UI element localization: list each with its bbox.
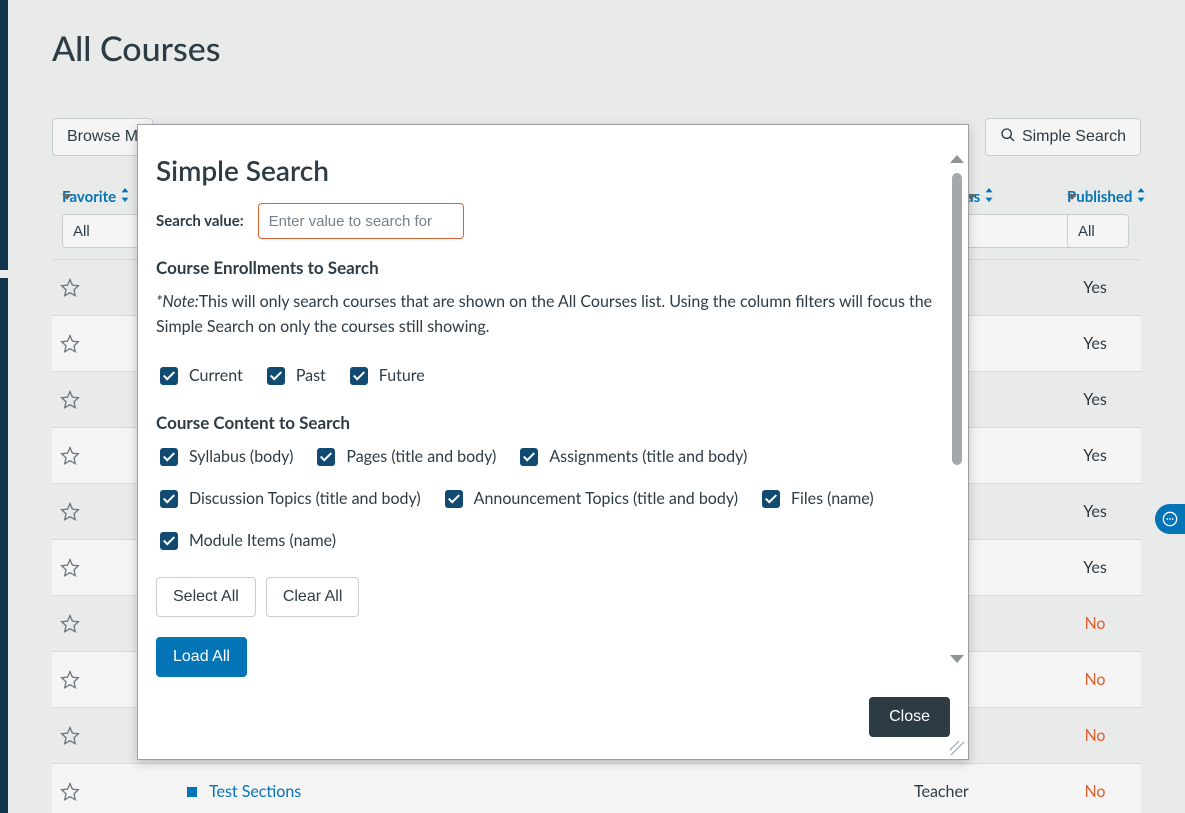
checkbox-past-label: Past — [296, 366, 326, 385]
clear-all-button[interactable]: Clear All — [266, 577, 360, 617]
checkbox-syllabus[interactable]: Syllabus (body) — [156, 445, 293, 469]
checkbox-announcements[interactable]: Announcement Topics (title and body) — [441, 487, 738, 511]
checkbox-past[interactable]: Past — [263, 364, 326, 388]
checkbox-discussions[interactable]: Discussion Topics (title and body) — [156, 487, 421, 511]
checkbox-files-label: Files (name) — [791, 489, 874, 508]
select-all-button[interactable]: Select All — [156, 577, 256, 617]
modal-title: Simple Search — [156, 153, 938, 187]
favorite-filter-select[interactable]: All — [62, 214, 148, 248]
favorite-star-icon[interactable] — [60, 726, 80, 746]
favorite-star-icon[interactable] — [60, 670, 80, 690]
col-header-published[interactable]: Published All — [1067, 188, 1146, 206]
checkbox-assignments[interactable]: Assignments (title and body) — [516, 445, 747, 469]
bullet-icon — [187, 787, 197, 797]
published-filter-select[interactable]: All — [1067, 214, 1129, 248]
note-body: This will only search courses that are s… — [156, 292, 932, 336]
checkbox-modules-label: Module Items (name) — [189, 531, 336, 550]
scroll-down-arrow-icon[interactable] — [950, 655, 964, 663]
checkbox-current[interactable]: Current — [156, 364, 243, 388]
favorite-star-icon[interactable] — [60, 390, 80, 410]
note-prefix: *Note: — [156, 292, 199, 311]
load-all-row: Load All — [156, 637, 938, 677]
favorite-star-icon[interactable] — [60, 278, 80, 298]
resize-grip-icon[interactable] — [950, 741, 964, 755]
checkbox-pages-input[interactable] — [317, 448, 335, 466]
global-nav-rail — [0, 278, 8, 813]
published-value: No — [1064, 670, 1126, 689]
checkbox-future[interactable]: Future — [346, 364, 425, 388]
search-icon — [1000, 127, 1016, 148]
published-value: No — [1064, 614, 1126, 633]
col-header-enrolled-as[interactable]: as — [966, 188, 994, 206]
checkbox-past-input[interactable] — [267, 367, 285, 385]
favorite-star-icon[interactable] — [60, 334, 80, 354]
checkbox-future-input[interactable] — [350, 367, 368, 385]
favorite-star-icon[interactable] — [60, 782, 80, 802]
published-value: Yes — [1064, 334, 1126, 353]
favorite-star-icon[interactable] — [60, 614, 80, 634]
simple-search-modal: Simple Search Search value: Course Enrol… — [137, 124, 969, 760]
page-title: All Courses — [52, 28, 221, 69]
checkbox-pages-label: Pages (title and body) — [346, 447, 496, 466]
favorite-star-icon[interactable] — [60, 502, 80, 522]
checkbox-pages[interactable]: Pages (title and body) — [313, 445, 496, 469]
col-header-favorite-label: Favorite — [62, 188, 116, 206]
checkbox-current-input[interactable] — [160, 367, 178, 385]
scrollbar-thumb[interactable] — [952, 173, 962, 465]
modal-body: Simple Search Search value: Course Enrol… — [138, 125, 968, 689]
checkbox-files-input[interactable] — [762, 490, 780, 508]
col-header-published-label: Published — [1067, 188, 1132, 206]
section-enrollments-heading: Course Enrollments to Search — [156, 257, 938, 278]
scroll-up-arrow-icon[interactable] — [950, 155, 964, 163]
section-content-heading: Course Content to Search — [156, 412, 938, 433]
sort-icon — [1136, 188, 1146, 206]
chat-icon — [1162, 511, 1178, 527]
published-value: Yes — [1064, 446, 1126, 465]
checkbox-current-label: Current — [189, 366, 243, 385]
search-value-row: Search value: — [156, 203, 938, 239]
checkbox-discussions-input[interactable] — [160, 490, 178, 508]
checkbox-assignments-label: Assignments (title and body) — [549, 447, 747, 466]
simple-search-button[interactable]: Simple Search — [985, 118, 1141, 156]
help-fab[interactable] — [1155, 504, 1185, 534]
modal-footer: Close — [138, 689, 968, 759]
published-value: No — [1064, 782, 1126, 801]
global-nav-rail — [0, 0, 8, 270]
search-value-label: Search value: — [156, 212, 244, 230]
col-header-favorite[interactable]: Favorite All — [62, 188, 130, 206]
checkbox-syllabus-input[interactable] — [160, 448, 178, 466]
enrollment-checkboxes: Current Past Future — [156, 364, 938, 388]
select-clear-row: Select All Clear All — [156, 577, 938, 617]
content-checkboxes: Syllabus (body) Pages (title and body) A… — [156, 445, 938, 553]
checkbox-modules-input[interactable] — [160, 532, 178, 550]
close-button[interactable]: Close — [869, 697, 950, 737]
table-row: Test Sections Teacher No — [52, 764, 1141, 813]
checkbox-syllabus-label: Syllabus (body) — [189, 447, 293, 466]
checkbox-discussions-label: Discussion Topics (title and body) — [189, 489, 421, 508]
search-value-input[interactable] — [258, 203, 464, 239]
note-text: *Note:This will only search courses that… — [156, 290, 938, 340]
browse-more-label: Browse M — [67, 128, 138, 146]
load-all-button[interactable]: Load All — [156, 637, 247, 677]
checkbox-assignments-input[interactable] — [520, 448, 538, 466]
course-link-label: Test Sections — [209, 782, 301, 801]
published-value: Yes — [1064, 502, 1126, 521]
checkbox-modules[interactable]: Module Items (name) — [156, 529, 336, 553]
published-value: No — [1064, 726, 1126, 745]
checkbox-future-label: Future — [379, 366, 425, 385]
checkbox-announcements-label: Announcement Topics (title and body) — [474, 489, 738, 508]
checkbox-announcements-input[interactable] — [445, 490, 463, 508]
enrolled-as-value: Teacher — [914, 782, 1034, 801]
course-link[interactable]: Test Sections — [187, 782, 301, 801]
published-value: Yes — [1064, 390, 1126, 409]
sort-icon — [984, 188, 994, 206]
published-value: Yes — [1064, 558, 1126, 577]
simple-search-label: Simple Search — [1022, 128, 1126, 146]
sort-icon — [120, 188, 130, 206]
checkbox-files[interactable]: Files (name) — [758, 487, 874, 511]
published-value: Yes — [1064, 278, 1126, 297]
favorite-star-icon[interactable] — [60, 446, 80, 466]
favorite-star-icon[interactable] — [60, 558, 80, 578]
